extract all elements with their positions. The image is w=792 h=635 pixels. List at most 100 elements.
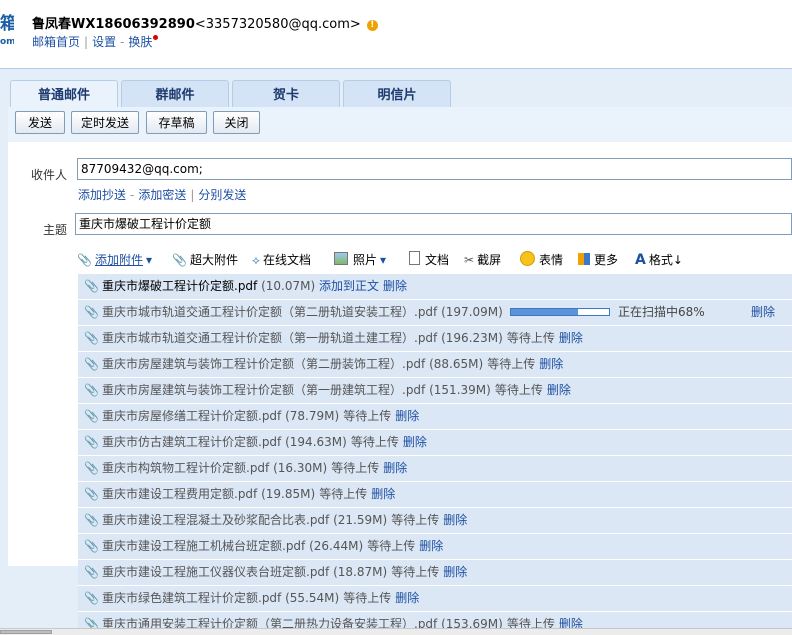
photo-icon xyxy=(334,252,348,265)
attachment-row: 📎 重庆市城市轨道交通工程计价定额（第二册轨道安装工程）.pdf (197.09M… xyxy=(78,300,792,326)
paperclip-icon: 📎 xyxy=(172,253,187,267)
add-cc-link[interactable]: 添加抄送 xyxy=(78,188,126,202)
options-separator: - xyxy=(130,188,135,202)
save-draft-button[interactable]: 存草稿 xyxy=(146,111,207,134)
upload-status: 等待上传 xyxy=(391,513,440,527)
subject-input[interactable]: 重庆市爆破工程计价定额 xyxy=(75,213,792,235)
attachment-name: 重庆市构筑物工程计价定额.pdf xyxy=(102,461,270,475)
docs-button[interactable]: 文档 xyxy=(409,251,449,267)
dropdown-icon[interactable]: ▾ xyxy=(380,253,386,267)
attachment-name: 重庆市建设工程费用定额.pdf xyxy=(102,487,258,501)
attachment-size: (55.54M) xyxy=(285,591,340,605)
attachment-row: 📎 重庆市房屋修缮工程计价定额.pdf (78.79M) 等待上传 删除 xyxy=(78,404,792,430)
delete-link[interactable]: 删除 xyxy=(443,565,467,579)
attachment-size: (88.65M) xyxy=(429,357,484,371)
attachment-row: 📎 重庆市城市轨道交通工程计价定额（第一册轨道土建工程）.pdf (196.23M… xyxy=(78,326,792,352)
attachment-name: 重庆市建设工程施工机械台班定额.pdf xyxy=(102,539,306,553)
delete-link[interactable]: 删除 xyxy=(559,331,583,345)
attachment-row: 📎 重庆市通用安装工程计价定额（第二册热力设备安装工程）.pdf (153.69M… xyxy=(78,612,792,629)
large-attachment-button[interactable]: 📎 超大附件 xyxy=(172,251,238,267)
upload-status: 等待上传 xyxy=(350,435,399,449)
format-label: 格式↓ xyxy=(648,253,683,267)
docs-label: 文档 xyxy=(425,253,450,267)
recipient-label: 收件人 xyxy=(31,168,68,182)
attachment-name: 重庆市房屋建筑与装饰工程计价定额（第一册建筑工程）.pdf xyxy=(102,383,426,397)
tab-postcard[interactable]: 明信片 xyxy=(343,80,451,107)
delete-link[interactable]: 删除 xyxy=(383,279,407,293)
logo: 箱 om xyxy=(0,14,14,48)
attachment-name: 重庆市绿色建筑工程计价定额.pdf xyxy=(102,591,282,605)
logo-subtext: om xyxy=(0,37,14,47)
attachment-size: (18.87M) xyxy=(333,565,388,579)
paperclip-icon: 📎 xyxy=(84,539,99,553)
upload-status: 等待上传 xyxy=(391,565,440,579)
new-dot-icon xyxy=(153,35,159,40)
more-button[interactable]: 更多 xyxy=(578,251,618,267)
delete-link[interactable]: 删除 xyxy=(539,357,563,371)
format-button[interactable]: A 格式↓ xyxy=(635,251,683,268)
online-docs-label: 在线文档 xyxy=(262,253,311,267)
upload-status: 等待上传 xyxy=(506,331,555,345)
photos-button[interactable]: 照片 ▾ xyxy=(334,251,386,267)
attachment-size: (26.44M) xyxy=(309,539,364,553)
user-line: 鲁凤春WX18606392890<3357320580@qq.com>! xyxy=(32,13,378,32)
attachment-row: 📎 重庆市建设工程施工仪器仪表台班定额.pdf (18.87M) 等待上传 删除 xyxy=(78,560,792,586)
attachment-size: (78.79M) xyxy=(285,409,340,423)
upload-progress-bar xyxy=(510,308,610,316)
attachment-name: 重庆市城市轨道交通工程计价定额（第一册轨道土建工程）.pdf xyxy=(102,331,438,345)
add-to-body-link[interactable]: 添加到正文 xyxy=(319,279,379,293)
user-name: 鲁凤春WX18606392890 xyxy=(32,17,195,32)
paperclip-icon: 📎 xyxy=(84,305,99,319)
attachment-row: 📎 重庆市爆破工程计价定额.pdf (10.07M) 添加到正文 删除 xyxy=(78,274,792,300)
change-skin-link[interactable]: 换肤 xyxy=(128,35,152,49)
more-label: 更多 xyxy=(594,253,619,267)
online-docs-button[interactable]: ⟡ 在线文档 xyxy=(252,251,311,267)
add-attachment-group[interactable]: 📎 添加附件 ▾ xyxy=(77,251,152,267)
upload-status: 等待上传 xyxy=(343,409,392,423)
dropdown-icon[interactable]: ▾ xyxy=(146,253,152,267)
paperclip-icon: 📎 xyxy=(84,435,99,449)
warning-icon[interactable]: ! xyxy=(366,20,378,31)
delete-link[interactable]: 删除 xyxy=(403,435,427,449)
delete-link[interactable]: 删除 xyxy=(547,383,571,397)
send-button[interactable]: 发送 xyxy=(15,111,65,134)
tab-normal-mail[interactable]: 普通邮件 xyxy=(10,80,118,107)
mail-home-link[interactable]: 邮箱首页 xyxy=(32,35,80,49)
delete-link[interactable]: 删除 xyxy=(751,300,775,324)
recipient-input[interactable]: 87709432@qq.com; xyxy=(77,158,792,180)
settings-link[interactable]: 设置 xyxy=(92,35,116,49)
paperclip-icon: 📎 xyxy=(84,513,99,527)
upload-status: 等待上传 xyxy=(367,539,416,553)
emoji-button[interactable]: 表情 xyxy=(520,251,563,267)
attachment-size: (194.63M) xyxy=(285,435,347,449)
delete-link[interactable]: 删除 xyxy=(443,513,467,527)
scheduled-send-button[interactable]: 定时发送 xyxy=(71,111,139,134)
attachment-row: 📎 重庆市房屋建筑与装饰工程计价定额（第一册建筑工程）.pdf (151.39M)… xyxy=(78,378,792,404)
upload-status: 等待上传 xyxy=(343,591,392,605)
close-button[interactable]: 关闭 xyxy=(213,111,260,134)
paperclip-icon: 📎 xyxy=(84,565,99,579)
screenshot-button[interactable]: ✂ 截屏 xyxy=(464,251,501,267)
grid-icon xyxy=(578,253,590,265)
add-bcc-link[interactable]: 添加密送 xyxy=(138,188,186,202)
link-separator: | xyxy=(84,35,89,49)
delete-link[interactable]: 删除 xyxy=(371,487,395,501)
delete-link[interactable]: 删除 xyxy=(383,461,407,475)
add-attachment-link[interactable]: 添加附件 xyxy=(95,253,143,267)
separate-send-link[interactable]: 分别发送 xyxy=(198,188,246,202)
delete-link[interactable]: 删除 xyxy=(419,539,443,553)
large-attachment-label: 超大附件 xyxy=(189,253,238,267)
upload-status: 等待上传 xyxy=(319,487,368,501)
upload-status: 等待上传 xyxy=(487,357,536,371)
scrollbar-thumb[interactable] xyxy=(0,630,52,634)
smiley-icon xyxy=(520,251,535,266)
logo-text: 箱 xyxy=(0,14,14,34)
delete-link[interactable]: 删除 xyxy=(395,409,419,423)
attachment-size: (16.30M) xyxy=(273,461,328,475)
tab-group-mail[interactable]: 群邮件 xyxy=(121,80,229,107)
attachment-size: (197.09M) xyxy=(441,305,503,319)
delete-link[interactable]: 删除 xyxy=(395,591,419,605)
attachment-row: 📎 重庆市绿色建筑工程计价定额.pdf (55.54M) 等待上传 删除 xyxy=(78,586,792,612)
paperclip-icon: 📎 xyxy=(84,409,99,423)
tab-greeting-card[interactable]: 贺卡 xyxy=(232,80,340,107)
